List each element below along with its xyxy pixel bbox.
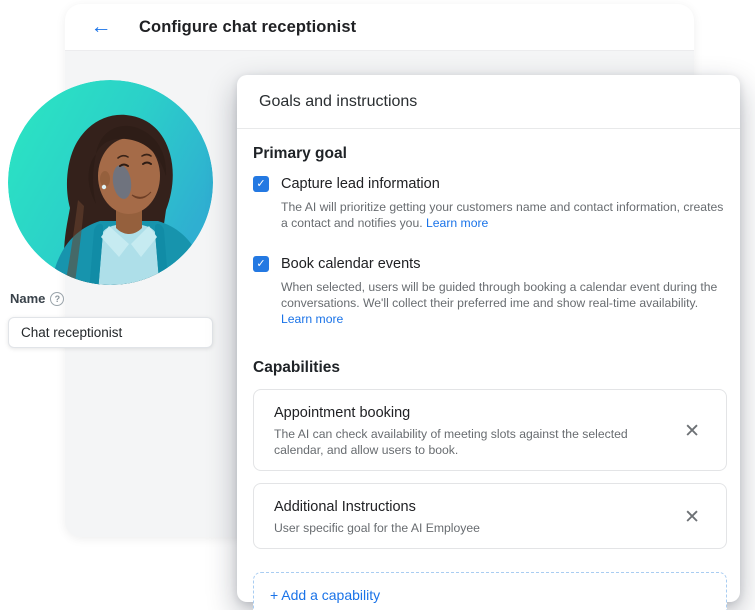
learn-more-link[interactable]: Learn more	[281, 312, 343, 326]
goal-description: When selected, users will be guided thro…	[281, 279, 727, 327]
primary-goal-heading: Primary goal	[253, 145, 727, 163]
goals-panel-title: Goals and instructions	[237, 75, 740, 129]
goal-item-capture-lead: ✓ Capture lead information The AI will p…	[253, 175, 727, 231]
goal-label: Book calendar events	[281, 255, 727, 273]
back-arrow-icon[interactable]: ←	[89, 15, 113, 39]
goal-description-text: When selected, users will be guided thro…	[281, 280, 717, 310]
capability-description: User specific goal for the AI Employee	[274, 520, 664, 536]
name-field-label: Name ?	[10, 291, 64, 306]
name-input[interactable]	[8, 317, 213, 348]
goal-text: Capture lead information The AI will pri…	[281, 175, 727, 231]
checkbox-capture-lead[interactable]: ✓	[253, 176, 269, 192]
learn-more-link[interactable]: Learn more	[426, 216, 488, 230]
close-icon[interactable]: ✕	[682, 420, 702, 443]
capability-title: Additional Instructions	[274, 498, 682, 516]
goal-description: The AI will prioritize getting your cust…	[281, 199, 727, 231]
configure-card-header: ← Configure chat receptionist	[65, 4, 694, 51]
avatar-image	[8, 80, 213, 285]
help-icon[interactable]: ?	[50, 292, 64, 306]
capability-card-appointment-booking: Appointment booking The AI can check ava…	[253, 389, 727, 471]
name-label-text: Name	[10, 291, 45, 306]
goals-panel-body: Primary goal ✓ Capture lead information …	[237, 129, 740, 610]
capability-content: Appointment booking The AI can check ava…	[274, 404, 682, 458]
goal-label: Capture lead information	[281, 175, 727, 193]
goal-item-book-calendar: ✓ Book calendar events When selected, us…	[253, 255, 727, 327]
goal-text: Book calendar events When selected, user…	[281, 255, 727, 327]
page-title: Configure chat receptionist	[139, 18, 356, 37]
receptionist-illustration	[8, 80, 213, 285]
capability-description: The AI can check availability of meeting…	[274, 426, 664, 458]
goal-description-text: The AI will prioritize getting your cust…	[281, 200, 723, 230]
close-icon[interactable]: ✕	[682, 506, 702, 529]
configure-chat-receptionist-screen: ← Configure chat receptionist	[0, 0, 755, 610]
add-capability-button[interactable]: + Add a capability	[253, 572, 727, 610]
capabilities-heading: Capabilities	[253, 359, 727, 377]
checkbox-book-calendar[interactable]: ✓	[253, 256, 269, 272]
capability-title: Appointment booking	[274, 404, 682, 422]
capability-content: Additional Instructions User specific go…	[274, 498, 682, 536]
goals-panel: Goals and instructions Primary goal ✓ Ca…	[237, 75, 740, 602]
capability-card-additional-instructions: Additional Instructions User specific go…	[253, 483, 727, 549]
